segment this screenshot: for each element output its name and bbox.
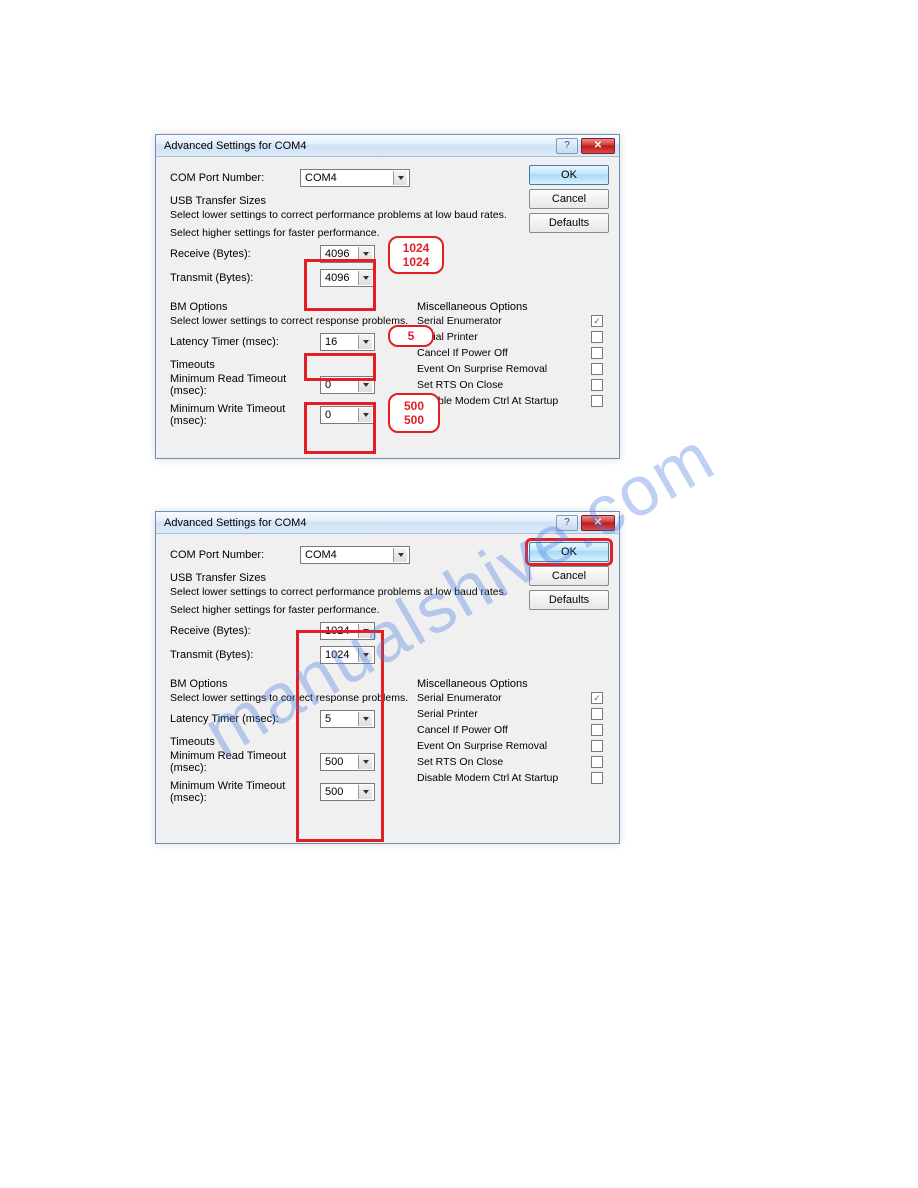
com-port-select[interactable]: COM4: [300, 169, 410, 187]
com-port-label: COM Port Number:: [170, 172, 300, 184]
bm-group-title: BM Options: [170, 301, 409, 313]
min-read-label: Minimum Read Timeout (msec):: [170, 750, 320, 774]
chevron-down-icon: [358, 755, 372, 769]
help-icon[interactable]: ?: [556, 515, 578, 531]
receive-value: 4096: [325, 248, 349, 260]
receive-select[interactable]: 4096: [320, 245, 375, 263]
defaults-button[interactable]: Defaults: [529, 213, 609, 233]
com-port-select[interactable]: COM4: [300, 546, 410, 564]
chevron-down-icon: [358, 271, 372, 285]
checkbox-icon: ✓: [591, 692, 603, 704]
cancel-button[interactable]: Cancel: [529, 566, 609, 586]
checkbox-icon: ✓: [591, 315, 603, 327]
checkbox-icon: [591, 708, 603, 720]
checkbox-icon: [591, 395, 603, 407]
min-read-value: 500: [325, 756, 343, 768]
checkbox-icon: [591, 756, 603, 768]
help-icon[interactable]: ?: [556, 138, 578, 154]
transmit-select[interactable]: 1024: [320, 646, 375, 664]
check-cancel-poweroff[interactable]: Cancel If Power Off: [417, 724, 607, 736]
min-write-label: Minimum Write Timeout (msec):: [170, 780, 320, 804]
min-write-select[interactable]: 0: [320, 406, 375, 424]
check-set-rts[interactable]: Set RTS On Close: [417, 756, 607, 768]
close-icon[interactable]: ✕: [581, 515, 615, 531]
chevron-down-icon: [358, 378, 372, 392]
chevron-down-icon: [393, 548, 407, 562]
chevron-down-icon: [358, 648, 372, 662]
min-read-value: 0: [325, 379, 331, 391]
check-event-surprise[interactable]: Event On Surprise Removal: [417, 363, 607, 375]
titlebar: Advanced Settings for COM4 ? ✕: [156, 135, 619, 157]
ok-button[interactable]: OK: [529, 165, 609, 185]
window-title: Advanced Settings for COM4: [164, 517, 556, 529]
ok-button[interactable]: OK: [529, 542, 609, 562]
bm-help: Select lower settings to correct respons…: [170, 692, 409, 704]
transmit-value: 4096: [325, 272, 349, 284]
transmit-select[interactable]: 4096: [320, 269, 375, 287]
check-set-rts[interactable]: Set RTS On Close: [417, 379, 607, 391]
check-serial-printer[interactable]: Serial Printer: [417, 708, 607, 720]
latency-select[interactable]: 16: [320, 333, 375, 351]
cancel-button[interactable]: Cancel: [529, 189, 609, 209]
titlebar: Advanced Settings for COM4 ? ✕: [156, 512, 619, 534]
check-serial-enum[interactable]: Serial Enumerator✓: [417, 315, 607, 327]
min-write-select[interactable]: 500: [320, 783, 375, 801]
transmit-value: 1024: [325, 649, 349, 661]
latency-label: Latency Timer (msec):: [170, 713, 320, 725]
receive-label: Receive (Bytes):: [170, 625, 320, 637]
latency-value: 5: [325, 713, 331, 725]
checkbox-icon: [591, 379, 603, 391]
transmit-label: Transmit (Bytes):: [170, 649, 320, 661]
latency-label: Latency Timer (msec):: [170, 336, 320, 348]
receive-label: Receive (Bytes):: [170, 248, 320, 260]
check-serial-printer[interactable]: Serial Printer: [417, 331, 607, 343]
checkbox-icon: [591, 331, 603, 343]
chevron-down-icon: [358, 335, 372, 349]
min-read-label: Minimum Read Timeout (msec):: [170, 373, 320, 397]
latency-value: 16: [325, 336, 337, 348]
dialog-advanced-settings-2: Advanced Settings for COM4 ? ✕ OK Cancel…: [155, 511, 620, 844]
min-write-label: Minimum Write Timeout (msec):: [170, 403, 320, 427]
com-port-label: COM Port Number:: [170, 549, 300, 561]
chevron-down-icon: [358, 247, 372, 261]
check-disable-modem[interactable]: Disable Modem Ctrl At Startup: [417, 772, 607, 784]
min-read-select[interactable]: 500: [320, 753, 375, 771]
checkbox-icon: [591, 724, 603, 736]
min-read-select[interactable]: 0: [320, 376, 375, 394]
timeouts-group-title: Timeouts: [170, 359, 409, 371]
dialog-advanced-settings-1: Advanced Settings for COM4 ? ✕ OK Cancel…: [155, 134, 620, 459]
defaults-button[interactable]: Defaults: [529, 590, 609, 610]
chevron-down-icon: [358, 408, 372, 422]
close-icon[interactable]: ✕: [581, 138, 615, 154]
chevron-down-icon: [358, 624, 372, 638]
com-port-value: COM4: [305, 172, 337, 184]
chevron-down-icon: [358, 712, 372, 726]
check-disable-modem[interactable]: Disable Modem Ctrl At Startup: [417, 395, 607, 407]
receive-value: 1024: [325, 625, 349, 637]
check-serial-enum[interactable]: Serial Enumerator✓: [417, 692, 607, 704]
misc-group-title: Miscellaneous Options: [417, 301, 607, 313]
checkbox-icon: [591, 347, 603, 359]
latency-select[interactable]: 5: [320, 710, 375, 728]
chevron-down-icon: [393, 171, 407, 185]
checkbox-icon: [591, 772, 603, 784]
chevron-down-icon: [358, 785, 372, 799]
receive-select[interactable]: 1024: [320, 622, 375, 640]
com-port-value: COM4: [305, 549, 337, 561]
transmit-label: Transmit (Bytes):: [170, 272, 320, 284]
window-title: Advanced Settings for COM4: [164, 140, 556, 152]
timeouts-group-title: Timeouts: [170, 736, 409, 748]
bm-group-title: BM Options: [170, 678, 409, 690]
bm-help: Select lower settings to correct respons…: [170, 315, 409, 327]
min-write-value: 500: [325, 786, 343, 798]
checkbox-icon: [591, 740, 603, 752]
check-event-surprise[interactable]: Event On Surprise Removal: [417, 740, 607, 752]
check-cancel-poweroff[interactable]: Cancel If Power Off: [417, 347, 607, 359]
checkbox-icon: [591, 363, 603, 375]
min-write-value: 0: [325, 409, 331, 421]
misc-group-title: Miscellaneous Options: [417, 678, 607, 690]
